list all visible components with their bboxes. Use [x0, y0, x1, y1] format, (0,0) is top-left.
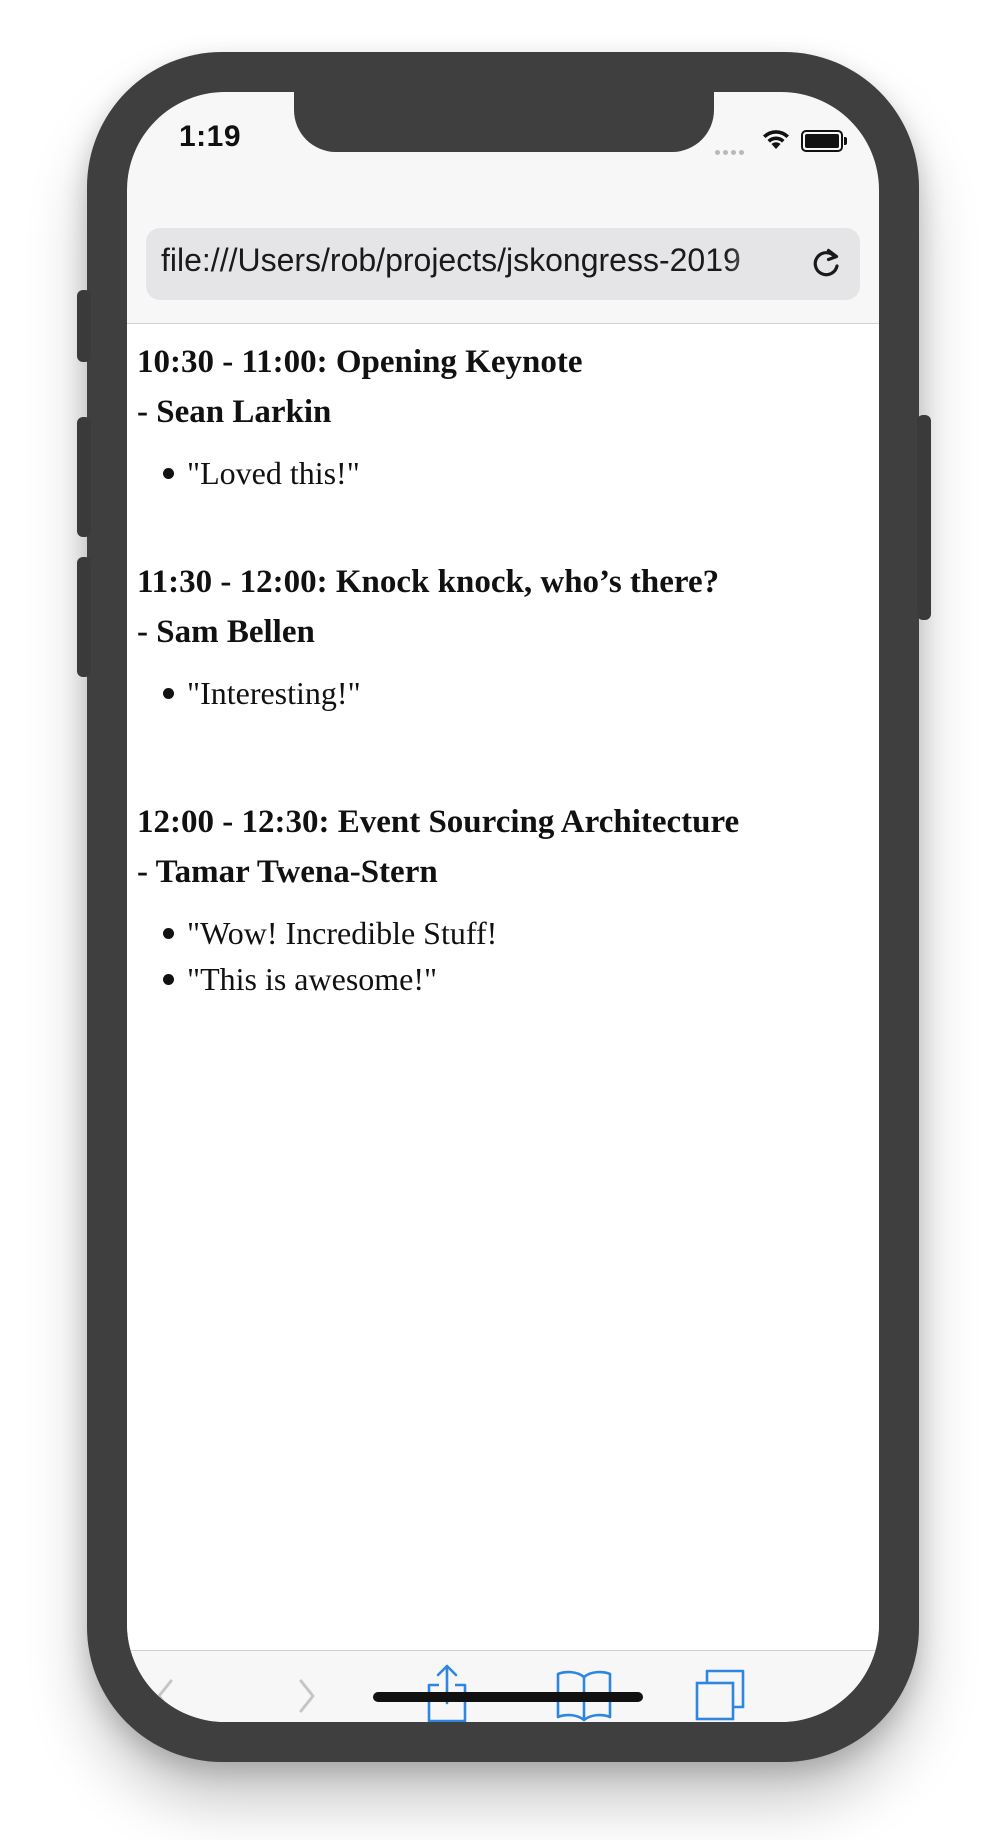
talk-speaker: - Sean Larkin [137, 394, 332, 430]
talk-speaker: - Tamar Twena-Stern [137, 854, 438, 890]
comment-item: "Interesting!" [163, 670, 857, 716]
talk-title: 12:00 - 12:30: Event Sourcing Architectu… [137, 804, 740, 840]
browser-toolbar [127, 1650, 879, 1722]
address-bar[interactable]: file:///Users/rob/projects/jskongress-20… [146, 228, 860, 300]
phone-frame: 1:19 file:///Users/rob/projects/jskongre… [77, 52, 931, 1762]
screen: 1:19 file:///Users/rob/projects/jskongre… [127, 92, 879, 1722]
notch [294, 92, 714, 152]
back-icon[interactable] [151, 1671, 181, 1722]
page-content: 10:30 - 11:00: Opening Keynote - Sean La… [127, 324, 879, 1650]
battery-icon [801, 130, 847, 152]
forward-icon[interactable] [291, 1671, 321, 1722]
mute-switch [77, 290, 91, 362]
tabs-icon[interactable] [693, 1667, 747, 1722]
url-text[interactable]: file:///Users/rob/projects/jskongress-20… [161, 242, 801, 279]
comment-list: "Loved this!" [137, 450, 857, 496]
talk-title: 10:30 - 11:00: Opening Keynote [137, 344, 583, 380]
comment-item: "Loved this!" [163, 450, 857, 496]
talk-item: 12:00 - 12:30: Event Sourcing Architectu… [137, 802, 857, 1002]
volume-up-button [77, 417, 91, 537]
volume-down-button [77, 557, 91, 677]
comment-item: "Wow! Incredible Stuff! [163, 910, 857, 956]
talk-title: 11:30 - 12:00: Knock knock, who’s there? [137, 564, 720, 600]
comment-list: "Wow! Incredible Stuff! "This is awesome… [137, 910, 857, 1002]
comment-list: "Interesting!" [137, 670, 857, 716]
reload-icon[interactable] [808, 246, 844, 287]
talk-item: 11:30 - 12:00: Knock knock, who’s there?… [137, 562, 857, 716]
talk-speaker: - Sam Bellen [137, 614, 315, 650]
side-button [917, 415, 931, 620]
wifi-icon [761, 128, 791, 155]
talk-item: 10:30 - 11:00: Opening Keynote - Sean La… [137, 342, 857, 496]
signal-icon [715, 142, 747, 160]
home-indicator[interactable] [373, 1692, 643, 1702]
comment-item: "This is awesome!" [163, 956, 857, 1002]
status-time: 1:19 [179, 120, 242, 153]
